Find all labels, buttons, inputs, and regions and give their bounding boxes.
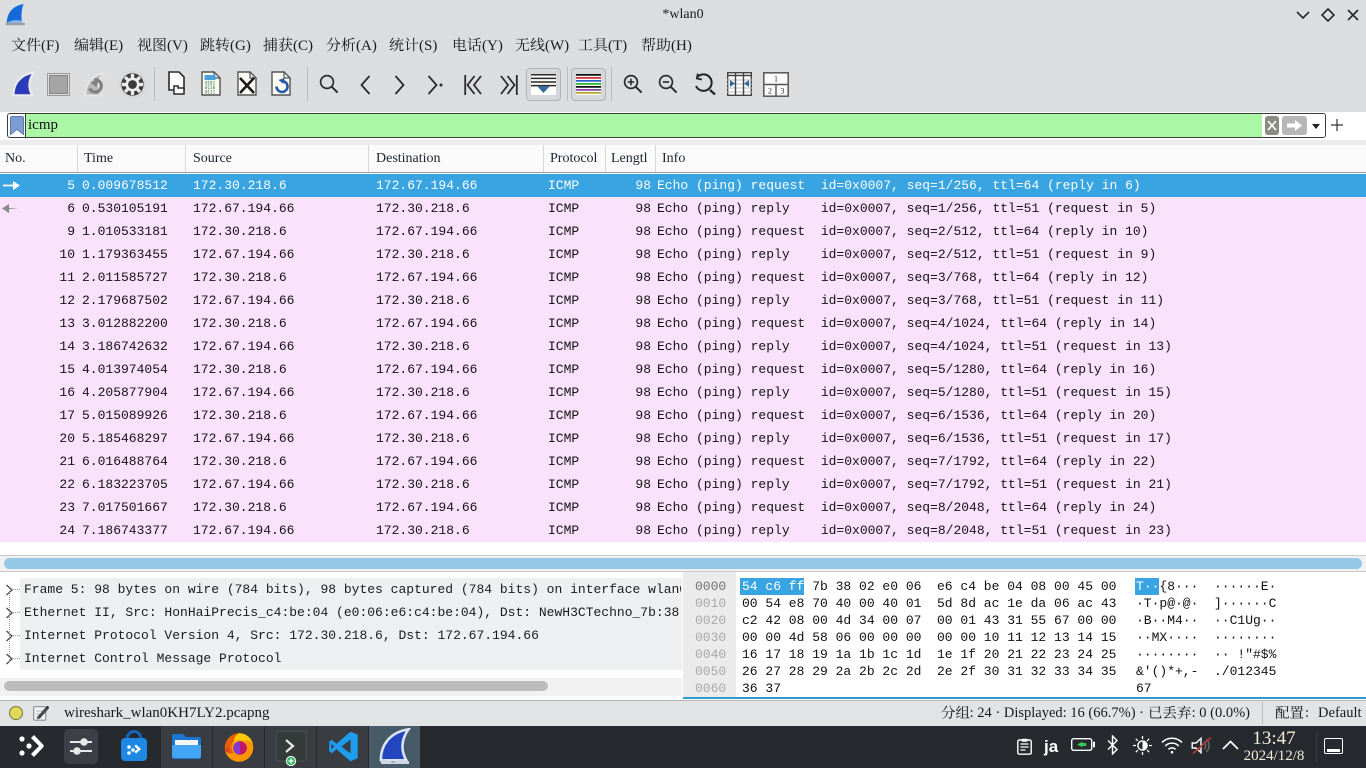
svg-text:1: 1 [774,75,778,84]
svg-text:0111: 0111 [205,90,216,95]
svg-text:3: 3 [781,87,785,96]
svg-text:2: 2 [768,87,772,96]
